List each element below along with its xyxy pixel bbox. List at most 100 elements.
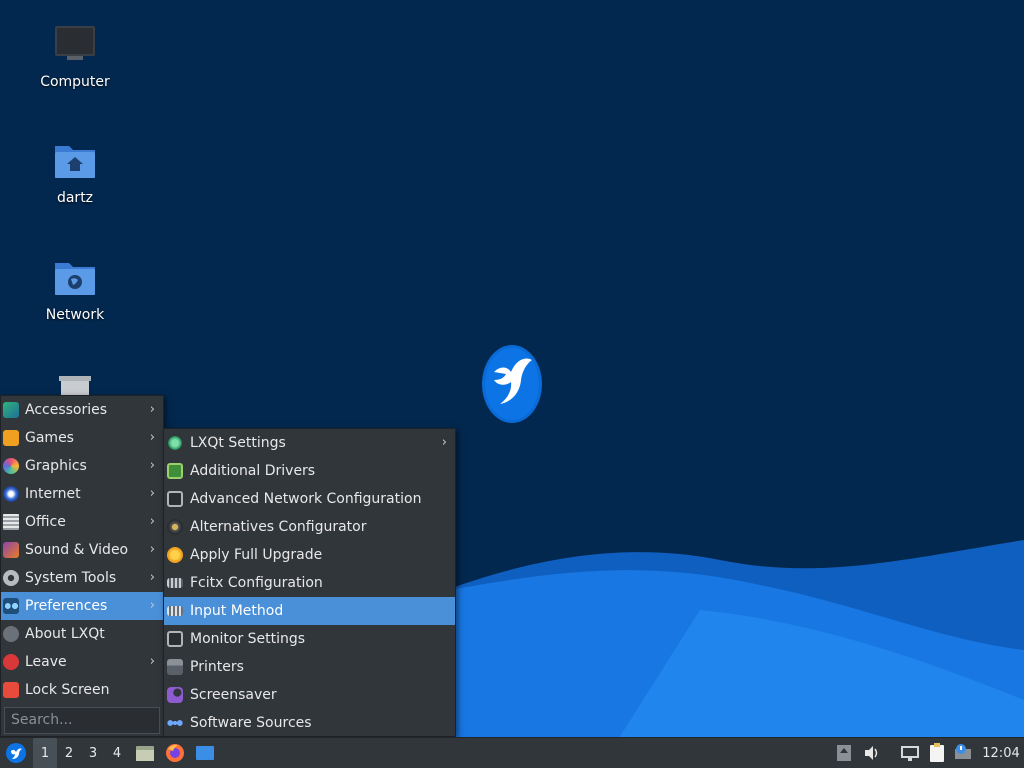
menu-item-label: Additional Drivers <box>190 463 316 479</box>
chevron-right-icon: › <box>149 514 155 529</box>
menu-item-label: Monitor Settings <box>190 631 306 647</box>
chevron-right-icon: › <box>149 458 155 473</box>
submenu-item-input-method[interactable]: Input Method <box>164 597 455 625</box>
network-tray[interactable] <box>897 738 923 768</box>
menu-item-system-tools[interactable]: System Tools › <box>1 564 163 592</box>
firefox-launcher[interactable] <box>162 738 188 768</box>
software-sources-icon <box>167 715 183 731</box>
updates-icon <box>837 745 851 761</box>
chevron-right-icon: › <box>149 570 155 585</box>
desktop-icon-network[interactable]: Network <box>20 255 130 323</box>
menu-item-leave[interactable]: Leave › <box>1 648 163 676</box>
submenu-item-printers[interactable]: Printers <box>164 653 455 681</box>
menu-search-input[interactable]: Search... <box>4 707 160 734</box>
firefox-icon <box>166 744 184 762</box>
file-manager-launcher[interactable] <box>132 738 158 768</box>
home-folder-icon <box>51 138 99 186</box>
submenu-item-screensaver[interactable]: Screensaver <box>164 681 455 709</box>
clipboard-tray[interactable] <box>925 738 949 768</box>
upgrade-icon <box>167 547 183 563</box>
screensaver-icon <box>167 687 183 703</box>
menu-item-label: Advanced Network Configuration <box>190 491 422 507</box>
menu-item-label: Input Method <box>190 603 284 619</box>
sound-video-icon <box>3 542 19 558</box>
notification-tray[interactable] <box>951 738 975 768</box>
menu-item-label: Fcitx Configuration <box>190 575 323 591</box>
menu-item-preferences[interactable]: Preferences › <box>1 592 163 620</box>
accessories-icon <box>3 402 19 418</box>
menu-item-lock-screen[interactable]: Lock Screen <box>1 676 163 704</box>
desktop-icon-computer[interactable]: Computer <box>20 22 130 90</box>
menu-item-label: Accessories <box>25 402 108 418</box>
taskbar: 1 2 3 4 12:04 <box>0 737 1024 768</box>
menu-item-label: Graphics <box>25 458 87 474</box>
menu-item-label: Internet <box>25 486 81 502</box>
menu-item-accessories[interactable]: Accessories › <box>1 396 163 424</box>
preferences-submenu: LXQt Settings › Additional Drivers Advan… <box>163 428 456 737</box>
main-menu: Accessories › Games › Graphics › Interne… <box>0 395 164 737</box>
monitor-icon <box>167 631 183 647</box>
system-tools-icon <box>3 570 19 586</box>
lxqt-settings-icon <box>167 435 183 451</box>
clipboard-icon <box>930 743 944 762</box>
network-folder-icon <box>51 255 99 303</box>
menu-item-label: Leave <box>25 654 67 670</box>
submenu-item-monitor-settings[interactable]: Monitor Settings <box>164 625 455 653</box>
desktop-switch-2[interactable]: 2 <box>57 738 81 768</box>
menu-item-about-lxqt[interactable]: About LXQt <box>1 620 163 648</box>
desktop-switch-1[interactable]: 1 <box>33 738 57 768</box>
info-icon <box>3 626 19 642</box>
submenu-item-software-sources[interactable]: Software Sources <box>164 709 455 737</box>
volume-tray[interactable] <box>860 738 884 768</box>
menu-item-label: About LXQt <box>25 626 105 642</box>
menu-item-label: Software Sources <box>190 715 312 731</box>
clock[interactable]: 12:04 <box>978 738 1024 768</box>
chevron-right-icon: › <box>441 435 447 450</box>
lubuntu-logo <box>482 345 542 423</box>
desktop-switch-4[interactable]: 4 <box>105 738 129 768</box>
desktop-icon-label: Network <box>45 307 105 323</box>
games-icon <box>3 430 19 446</box>
menu-item-office[interactable]: Office › <box>1 508 163 536</box>
chip-icon <box>167 463 183 479</box>
lubuntu-logo-icon <box>6 743 26 763</box>
desktop-switch-3[interactable]: 3 <box>81 738 105 768</box>
lock-icon <box>3 682 19 698</box>
updates-tray[interactable] <box>832 738 856 768</box>
chevron-right-icon: › <box>149 654 155 669</box>
keyboard-icon <box>167 606 183 616</box>
menu-item-sound-video[interactable]: Sound & Video › <box>1 536 163 564</box>
menu-item-label: Apply Full Upgrade <box>190 547 323 563</box>
preferences-icon <box>3 598 19 614</box>
menu-item-label: System Tools <box>25 570 117 586</box>
submenu-item-advanced-network[interactable]: Advanced Network Configuration <box>164 485 455 513</box>
submenu-item-alternatives[interactable]: Alternatives Configurator <box>164 513 455 541</box>
network-icon <box>901 746 919 761</box>
menu-item-label: Games <box>25 430 74 446</box>
chevron-right-icon: › <box>149 486 155 501</box>
show-desktop-button[interactable] <box>192 738 218 768</box>
menu-item-graphics[interactable]: Graphics › <box>1 452 163 480</box>
submenu-item-fcitx[interactable]: Fcitx Configuration <box>164 569 455 597</box>
internet-icon <box>3 486 19 502</box>
desktop-icon-label: Computer <box>40 74 110 90</box>
submenu-item-full-upgrade[interactable]: Apply Full Upgrade <box>164 541 455 569</box>
chevron-right-icon: › <box>149 430 155 445</box>
printer-icon <box>167 659 183 675</box>
keyboard-icon <box>167 578 183 588</box>
desktop-icon-home[interactable]: dartz <box>20 138 130 206</box>
menu-item-label: LXQt Settings <box>190 435 286 451</box>
menu-item-games[interactable]: Games › <box>1 424 163 452</box>
chevron-right-icon: › <box>149 542 155 557</box>
alternatives-icon <box>167 519 183 535</box>
menu-item-label: Office <box>25 514 66 530</box>
main-menu-button[interactable] <box>2 738 30 768</box>
network-config-icon <box>167 491 183 507</box>
power-icon <box>3 654 19 670</box>
menu-item-internet[interactable]: Internet › <box>1 480 163 508</box>
menu-item-label: Alternatives Configurator <box>190 519 367 535</box>
chevron-right-icon: › <box>149 598 155 613</box>
submenu-item-lxqt-settings[interactable]: LXQt Settings › <box>164 429 455 457</box>
chevron-right-icon: › <box>149 402 155 417</box>
submenu-item-additional-drivers[interactable]: Additional Drivers <box>164 457 455 485</box>
